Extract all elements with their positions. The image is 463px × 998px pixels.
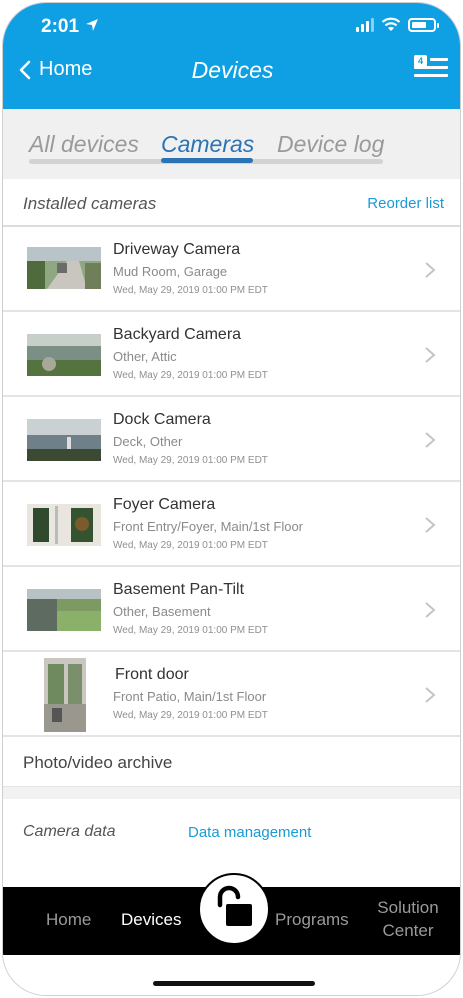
camera-name: Foyer Camera (113, 496, 216, 513)
app-header: 2:01 Home Devices 4 (3, 3, 460, 109)
chevron-right-icon (425, 262, 436, 278)
photo-video-archive-row[interactable]: Photo/video archive (3, 739, 460, 787)
camera-location: Mud Room, Garage (113, 264, 228, 279)
chevron-right-icon (425, 517, 436, 533)
nav-devices[interactable]: Devices (121, 908, 181, 931)
home-indicator-area (3, 955, 460, 995)
phone-screen: 2:01 Home Devices 4 All devices Cameras … (2, 2, 461, 996)
location-arrow-icon (86, 19, 98, 31)
chevron-right-icon (425, 687, 436, 703)
data-management-link[interactable]: Data management (188, 824, 311, 841)
tab-device-log[interactable]: Device log (277, 131, 384, 158)
camera-row-driveway[interactable]: Driveway Camera Mud Room, Garage Wed, Ma… (3, 227, 460, 312)
home-indicator[interactable] (153, 981, 315, 986)
signal-icon (356, 17, 374, 32)
tab-active-indicator (161, 158, 253, 163)
reorder-list-link[interactable]: Reorder list (367, 195, 444, 212)
menu-line-icon (414, 74, 448, 77)
camera-thumbnail (27, 247, 101, 289)
camera-thumbnail (27, 334, 101, 376)
lock-button[interactable] (198, 873, 270, 945)
camera-timestamp: Wed, May 29, 2019 01:00 PM EDT (113, 625, 268, 636)
installed-cameras-header: Installed cameras Reorder list (3, 179, 460, 227)
section-title: Installed cameras (23, 194, 157, 213)
nav-programs[interactable]: Programs (275, 908, 349, 931)
device-tabs: All devices Cameras Device log (3, 109, 460, 179)
nav-solution-center[interactable]: Solution Center (368, 896, 448, 942)
tab-cameras[interactable]: Cameras (161, 131, 254, 158)
camera-timestamp: Wed, May 29, 2019 01:00 PM EDT (113, 710, 268, 721)
status-indicators (356, 17, 439, 32)
camera-name: Front door (115, 666, 189, 683)
unlock-icon (217, 885, 252, 926)
menu-line-icon (414, 66, 448, 69)
menu-line-icon (430, 58, 448, 61)
camera-row-backyard[interactable]: Backyard Camera Other, Attic Wed, May 29… (3, 312, 460, 397)
camera-thumbnail (27, 419, 101, 461)
camera-name: Driveway Camera (113, 241, 241, 258)
wifi-icon (381, 17, 401, 31)
camera-row-foyer[interactable]: Foyer Camera Front Entry/Foyer, Main/1st… (3, 482, 460, 567)
camera-timestamp: Wed, May 29, 2019 01:00 PM EDT (113, 455, 268, 466)
camera-thumbnail (27, 504, 101, 546)
battery-icon (408, 17, 439, 32)
chevron-right-icon (425, 432, 436, 448)
camera-row-front-door[interactable]: Front door Front Patio, Main/1st Floor W… (3, 652, 460, 737)
camera-row-basement[interactable]: Basement Pan-Tilt Other, Basement Wed, M… (3, 567, 460, 652)
status-time: 2:01 (41, 16, 80, 37)
chevron-right-icon (425, 602, 436, 618)
camera-location: Front Entry/Foyer, Main/1st Floor (113, 519, 304, 534)
camera-name: Basement Pan-Tilt (113, 581, 245, 598)
camera-location: Other, Attic (113, 349, 177, 364)
camera-thumbnail (44, 658, 86, 732)
menu-button[interactable]: 4 (414, 55, 448, 79)
section-divider (3, 787, 460, 799)
camera-row-dock[interactable]: Dock Camera Deck, Other Wed, May 29, 201… (3, 397, 460, 482)
nav-solution-line2: Center (382, 921, 434, 940)
page-title: Devices (191, 57, 274, 83)
camera-location: Deck, Other (113, 434, 183, 449)
camera-location: Other, Basement (113, 604, 211, 619)
camera-name: Backyard Camera (113, 326, 242, 343)
archive-label: Photo/video archive (23, 753, 173, 772)
nav-home[interactable]: Home (46, 908, 91, 931)
camera-timestamp: Wed, May 29, 2019 01:00 PM EDT (113, 285, 268, 296)
camera-thumbnail (27, 589, 101, 631)
camera-location: Front Patio, Main/1st Floor (113, 689, 267, 704)
tab-all-devices[interactable]: All devices (29, 131, 139, 158)
chevron-right-icon (425, 347, 436, 363)
nav-solution-line1: Solution (377, 898, 439, 917)
camera-data-label: Camera data (23, 823, 116, 840)
camera-timestamp: Wed, May 29, 2019 01:00 PM EDT (113, 540, 268, 551)
camera-timestamp: Wed, May 29, 2019 01:00 PM EDT (113, 370, 268, 381)
camera-name: Dock Camera (113, 411, 211, 428)
